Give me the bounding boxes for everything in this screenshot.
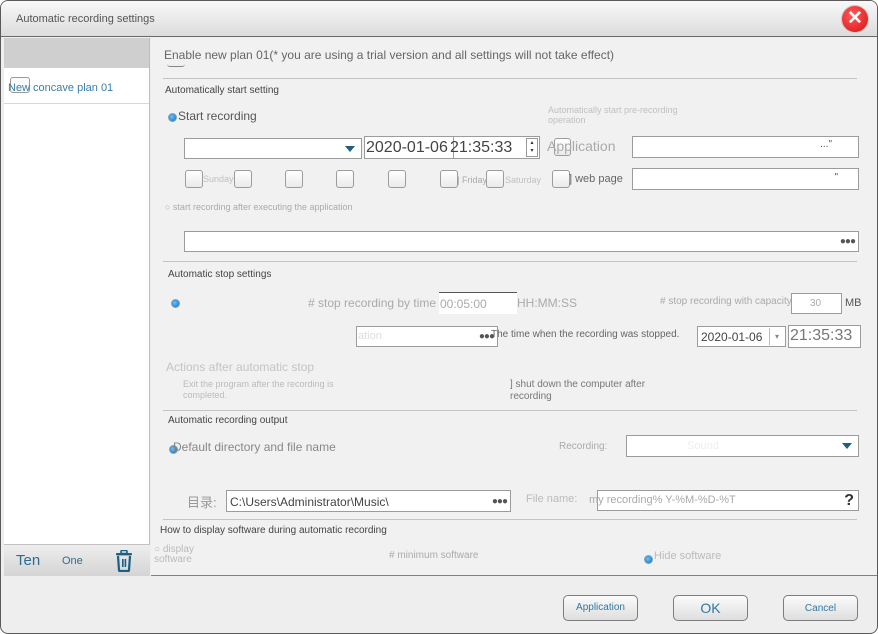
start-time-field[interactable]: 21:35:33 ▴ ▾: [450, 136, 540, 159]
exit-program-option[interactable]: Exit the program after the recording is …: [183, 379, 353, 401]
stop-time-duration-value: 00:05:00: [440, 297, 487, 311]
recording-type-label: Recording:: [559, 441, 608, 452]
file-name-label: File name:: [526, 493, 578, 505]
trash-icon[interactable]: [114, 550, 134, 572]
weekday-checkbox-wednesday[interactable]: [336, 170, 354, 188]
weekday-checkbox-sunday[interactable]: [185, 170, 203, 188]
stop-application-field[interactable]: ation ●●●: [356, 326, 498, 347]
stop-by-time-label[interactable]: # stop recording by time: [308, 296, 436, 310]
chevron-down-icon: [842, 443, 852, 449]
stop-time-field[interactable]: 21:35:33: [788, 325, 861, 348]
divider: [163, 410, 857, 411]
enable-plan-checkbox[interactable]: [167, 64, 185, 67]
web-page-label: ] web page: [569, 173, 623, 185]
output-section-title: Automatic recording output: [168, 415, 288, 426]
browse-ellipsis-icon[interactable]: ●●●: [492, 496, 508, 507]
weekday-checkbox-monday[interactable]: [234, 170, 252, 188]
directory-label: 目录:: [187, 495, 217, 510]
start-section-title: Automatically start setting: [165, 85, 279, 96]
display-section-title: How to display software during automatic…: [160, 525, 387, 536]
stop-time-label: The time when the recording was stopped.: [491, 329, 680, 340]
help-icon[interactable]: ?: [844, 492, 854, 510]
stop-time-unit: HH:MM:SS: [517, 296, 577, 310]
schedule-type-dropdown[interactable]: [184, 138, 362, 159]
add-plan-button[interactable]: Ten: [16, 552, 40, 569]
shutdown-computer-option[interactable]: ] shut down the computer after recording: [510, 379, 670, 403]
time-spinner[interactable]: ▴ ▾: [526, 138, 538, 157]
start-recording-radio[interactable]: [168, 113, 177, 122]
display-software-option[interactable]: ○ display software: [154, 545, 234, 565]
apply-button[interactable]: Application: [563, 595, 638, 621]
weekday-label-saturday: Saturday: [505, 175, 542, 185]
stop-section-title: Automatic stop settings: [168, 269, 272, 280]
application-path-value: ...": [820, 139, 832, 150]
actions-after-stop-title: Actions after automatic stop: [166, 360, 315, 374]
file-name-value: my recording% Y-%M-%D-%T: [589, 494, 736, 506]
web-page-url-field[interactable]: ": [632, 168, 859, 190]
stop-by-capacity-label[interactable]: # stop recording with capacity: [660, 296, 792, 307]
recording-type-dropdown[interactable]: Sound: [626, 435, 859, 457]
weekday-checkbox-thursday[interactable]: [388, 170, 406, 188]
divider: [163, 519, 857, 520]
stop-time-duration-field[interactable]: 00:05:00: [439, 292, 517, 314]
file-name-field[interactable]: my recording% Y-%M-%D-%T ?: [589, 490, 859, 511]
directory-field[interactable]: C:\Users\Administrator\Music\ ●●●: [226, 490, 511, 512]
enable-plan-checkbox-label[interactable]: Enable new plan 01(* you are using a tri…: [164, 48, 614, 62]
copy-plan-button[interactable]: One: [62, 555, 83, 567]
plan-label: New concave plan 01: [8, 82, 114, 94]
divider: [163, 78, 857, 79]
close-icon: ✕: [847, 8, 863, 29]
hide-software-label: Hide software: [654, 550, 722, 562]
close-button[interactable]: ✕: [842, 6, 868, 32]
stop-time-value: 21:35:33: [790, 327, 853, 344]
capacity-unit: MB: [845, 297, 862, 309]
stop-date-value: 2020-01-06: [701, 330, 763, 344]
start-date-field[interactable]: 2020-01-06: [364, 136, 454, 159]
title-bar: Automatic recording settings ✕: [1, 1, 877, 37]
application-path-field[interactable]: ...": [632, 136, 859, 158]
directory-value: C:\Users\Administrator\Music\: [230, 495, 389, 509]
calendar-dropdown-icon[interactable]: ▾: [769, 328, 784, 345]
plan-sidebar: New concave plan 01 Ten One: [4, 38, 150, 576]
cancel-button[interactable]: Cancel: [783, 595, 858, 621]
weekday-label-sunday: Sunday: [203, 174, 234, 184]
application-label: Application: [547, 138, 616, 154]
minimize-software-option[interactable]: # minimum software: [389, 550, 478, 561]
divider: [163, 261, 857, 262]
web-page-checkbox[interactable]: [552, 170, 570, 188]
settings-dialog: Automatic recording settings ✕ New conca…: [0, 0, 878, 634]
plan-list-item[interactable]: New concave plan 01: [4, 68, 149, 104]
weekday-checkbox-friday[interactable]: [440, 170, 458, 188]
weekday-checkbox-tuesday[interactable]: [285, 170, 303, 188]
default-directory-label: Default directory and file name: [173, 440, 336, 454]
recording-type-value: Sound: [687, 440, 719, 452]
start-time-value: 21:35:33: [450, 139, 513, 156]
stop-date-field[interactable]: 2020-01-06 ▾: [697, 326, 786, 347]
browse-ellipsis-icon[interactable]: ●●●: [840, 236, 856, 247]
after-app-path-field[interactable]: ●●●: [184, 231, 859, 252]
sidebar-header: [4, 38, 149, 68]
pre-recording-operation-label: Automatically start pre-recording operat…: [548, 105, 678, 125]
window-title: Automatic recording settings: [16, 13, 155, 25]
ok-button[interactable]: OK: [673, 595, 748, 621]
plan-settings-panel: Enable new plan 01(* you are using a tri…: [151, 38, 877, 576]
hide-software-radio[interactable]: [644, 555, 653, 564]
weekday-checkbox-saturday[interactable]: [486, 170, 504, 188]
sidebar-footer: Ten One: [4, 544, 150, 576]
stop-application-placeholder: ation: [358, 330, 382, 342]
start-recording-label: Start recording: [178, 109, 257, 123]
after-app-radio-label[interactable]: ○ start recording after executing the ap…: [165, 202, 375, 212]
stop-mode-radio[interactable]: [171, 299, 180, 308]
weekday-label-friday: ] Friday: [457, 175, 488, 185]
capacity-field[interactable]: 30: [791, 293, 842, 314]
web-page-url-value: ": [834, 172, 838, 183]
chevron-down-icon: [345, 146, 355, 152]
